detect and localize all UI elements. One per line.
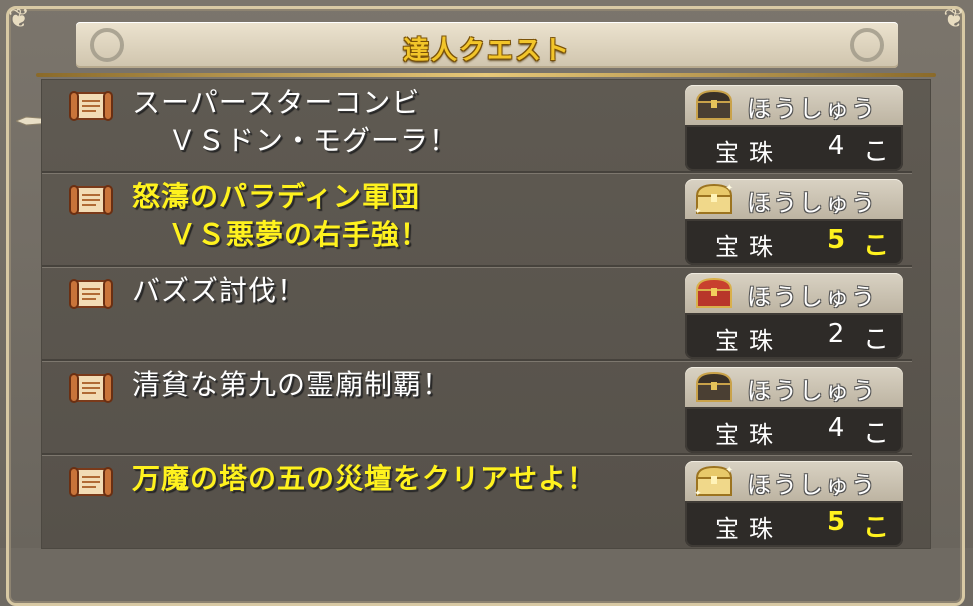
reward-item-count: 5 [826, 225, 846, 255]
reward-header: ほうしゅう [685, 85, 903, 125]
reward-detail: 宝珠 5 こ [685, 501, 903, 547]
quest-title: 怒濤のパラディン軍団 ＶＳ悪夢の右手強！ [132, 178, 692, 254]
reward-item-name: 宝珠 [715, 233, 783, 261]
reward-label: ほうしゅう [747, 95, 877, 123]
reward-box: ✦ ✦ ほうしゅう 宝珠 5 こ [685, 179, 903, 265]
reward-box: ✦ ✦ ほうしゅう 宝珠 5 こ [685, 461, 903, 547]
reward-item-name: 宝珠 [715, 327, 783, 355]
quest-title-line1: 万魔の塔の五の災壇をクリアせよ！ [132, 462, 597, 495]
dark-chest-icon [695, 89, 733, 120]
quest-row[interactable]: 怒濤のパラディン軍団 ＶＳ悪夢の右手強！ ✦ ✦ ほうしゅう 宝珠 5 こ [42, 174, 930, 268]
quest-title-line1: スーパースターコンビ [132, 86, 421, 119]
svg-text:✦: ✦ [725, 465, 733, 476]
reward-header: ✦ ✦ ほうしゅう [685, 179, 903, 219]
reward-detail: 宝珠 4 こ [685, 407, 903, 453]
scroll-icon [69, 279, 113, 309]
svg-text:✦: ✦ [694, 207, 702, 216]
quest-title-line2: ＶＳドン・モグーラ！ [168, 124, 459, 157]
swirl-ornament-icon [850, 28, 884, 62]
svg-text:✦: ✦ [694, 489, 702, 498]
reward-item-unit: こ [863, 325, 890, 355]
svg-text:✦: ✦ [725, 183, 733, 194]
reward-box: ほうしゅう 宝珠 2 こ [685, 273, 903, 359]
window-header: 達人クエスト [76, 22, 898, 68]
scroll-icon [69, 91, 113, 121]
quest-row[interactable]: 万魔の塔の五の災壇をクリアせよ！ ✦ ✦ ほうしゅう 宝珠 5 こ [42, 456, 930, 550]
gold-chest-icon: ✦ ✦ [694, 183, 733, 216]
reward-item-count: 2 [827, 319, 845, 349]
quest-title: スーパースターコンビ ＶＳドン・モグーラ！ [132, 84, 692, 160]
scroll-icon [69, 467, 113, 497]
reward-label: ほうしゅう [747, 377, 877, 405]
quest-window: ❦ ❦ 達人クエスト スーパースターコンビ ＶＳドン・モグーラ！ ほうしゅう 宝… [0, 0, 973, 606]
reward-detail: 宝珠 4 こ [685, 125, 903, 171]
reward-item-unit: こ [863, 137, 890, 167]
reward-label: ほうしゅう [747, 283, 877, 311]
quest-row[interactable]: スーパースターコンビ ＶＳドン・モグーラ！ ほうしゅう 宝珠 4 こ [42, 80, 930, 174]
quest-title: バズズ討伐！ [132, 272, 692, 310]
quest-title-line2: ＶＳ悪夢の右手強！ [168, 218, 430, 251]
reward-header: ✦ ✦ ほうしゅう [685, 461, 903, 501]
dark-chest-icon [695, 371, 733, 402]
scroll-icon [69, 373, 113, 403]
corner-ornament-icon: ❦ [8, 4, 30, 34]
reward-item-count: 5 [826, 507, 846, 537]
reward-detail: 宝珠 2 こ [685, 313, 903, 359]
reward-box: ほうしゅう 宝珠 4 こ [685, 85, 903, 171]
window-title: 達人クエスト [402, 36, 571, 66]
reward-header: ほうしゅう [685, 273, 903, 313]
scroll-icon [69, 185, 113, 215]
gold-divider [36, 73, 936, 77]
reward-item-unit: こ [863, 513, 890, 543]
quest-title: 清貧な第九の霊廟制覇！ [132, 366, 692, 404]
reward-label: ほうしゅう [747, 189, 877, 217]
red-chest-icon [695, 277, 733, 308]
reward-item-count: 4 [827, 413, 845, 443]
reward-item-name: 宝珠 [715, 139, 783, 167]
gold-chest-icon: ✦ ✦ [694, 465, 733, 498]
quest-title: 万魔の塔の五の災壇をクリアせよ！ [132, 460, 692, 498]
quest-title-line1: バズズ討伐！ [132, 274, 307, 307]
quest-title-line1: 怒濤のパラディン軍団 [132, 180, 421, 213]
reward-item-name: 宝珠 [715, 421, 783, 449]
quest-row[interactable]: 清貧な第九の霊廟制覇！ ほうしゅう 宝珠 4 こ [42, 362, 930, 456]
reward-item-name: 宝珠 [715, 515, 783, 543]
reward-detail: 宝珠 5 こ [685, 219, 903, 265]
corner-ornament-icon: ❦ [943, 4, 965, 34]
reward-box: ほうしゅう 宝珠 4 こ [685, 367, 903, 453]
reward-label: ほうしゅう [747, 471, 877, 499]
reward-header: ほうしゅう [685, 367, 903, 407]
reward-item-count: 4 [827, 131, 845, 161]
quest-row[interactable]: バズズ討伐！ ほうしゅう 宝珠 2 こ [42, 268, 930, 362]
quest-title-line1: 清貧な第九の霊廟制覇！ [132, 368, 452, 401]
reward-item-unit: こ [863, 231, 890, 261]
reward-item-unit: こ [863, 419, 890, 449]
quest-list[interactable]: スーパースターコンビ ＶＳドン・モグーラ！ ほうしゅう 宝珠 4 こ 怒濤のパラ… [42, 80, 930, 548]
